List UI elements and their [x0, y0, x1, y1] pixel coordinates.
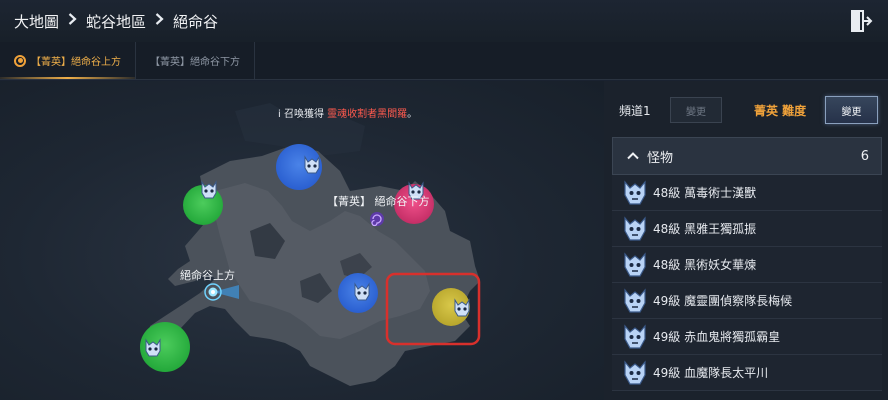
breadcrumb-current-area: 絕命谷 — [173, 12, 219, 31]
side-panel: 頻道1 變更 菁英 難度 變更 怪物 6 48級 萬毒術士漢獸 48級 黑雅王獨… — [604, 81, 888, 400]
chevron-up-icon — [627, 152, 639, 160]
difficulty-change-button[interactable]: 變更 — [825, 96, 878, 124]
portal-icon[interactable] — [370, 212, 384, 227]
monster-face-icon — [624, 359, 646, 385]
channel-change-button[interactable]: 變更 — [670, 97, 722, 123]
monster-face-icon — [624, 179, 646, 205]
channel-label: 頻道1 — [619, 104, 651, 118]
difficulty-label: 菁英 難度 — [754, 104, 807, 118]
monster-name: 49級 血魔隊長太平川 — [653, 366, 769, 380]
map-terrain: 【菁英】 絕命谷下方 絕命谷上方 — [140, 103, 481, 386]
channel-row: 頻道1 變更 菁英 難度 變更 — [604, 81, 888, 137]
monster-face-icon — [624, 251, 646, 277]
map-label-lower: 【菁英】 絕命谷下方 — [327, 194, 430, 208]
chevron-right-icon — [155, 13, 164, 29]
area-tabs: 【菁英】絕命谷上方 【菁英】絕命谷下方 — [0, 42, 888, 80]
monster-face-icon — [624, 323, 646, 349]
breadcrumb-region[interactable]: 蛇谷地區 — [86, 11, 146, 32]
monster-name: 49級 赤血鬼將獨孤霸皇 — [653, 330, 781, 344]
monsters-header-label: 怪物 — [647, 150, 674, 166]
monster-row[interactable]: 49級 赤血鬼將獨孤霸皇 — [612, 319, 882, 355]
monster-name: 49級 魔靈團偵察隊長梅候 — [653, 294, 793, 308]
notice-highlight: 靈魂收割者黑閻羅 — [327, 109, 408, 120]
notice-suffix: 。 — [407, 109, 418, 120]
monster-row[interactable]: 48級 黑雅王獨孤振 — [612, 211, 882, 247]
exit-icon[interactable] — [848, 8, 874, 34]
monster-list: 48級 萬毒術士漢獸 48級 黑雅王獨孤振 48級 黑術妖女華煉 49級 魔靈團… — [612, 175, 882, 391]
map-area[interactable]: 【菁英】 絕命谷下方 絕命谷上方 i 召喚獲得 靈魂收割者黑閻羅。 — [0, 81, 604, 400]
tab-upper-label: 【菁英】絕命谷上方 — [31, 57, 121, 68]
monster-face-icon — [624, 287, 646, 313]
summon-notice: i 召喚獲得 靈魂收割者黑閻羅。 — [278, 105, 417, 120]
monster-name: 48級 黑術妖女華煉 — [653, 258, 757, 272]
monster-row[interactable]: 49級 魔靈團偵察隊長梅候 — [612, 283, 882, 319]
monster-face-icon — [624, 215, 646, 241]
monsters-header[interactable]: 怪物 6 — [612, 137, 882, 175]
monster-row[interactable]: 49級 血魔隊長太平川 — [612, 355, 882, 391]
tab-lower-label: 【菁英】絕命谷下方 — [150, 57, 240, 68]
map-label-upper: 絕命谷上方 — [180, 268, 235, 282]
radio-selected-icon — [14, 54, 26, 67]
notice-prefix: i 召喚獲得 — [278, 109, 328, 120]
monster-name: 48級 黑雅王獨孤振 — [653, 222, 757, 236]
breadcrumb-world-map[interactable]: 大地圖 — [14, 11, 59, 32]
monster-row[interactable]: 48級 萬毒術士漢獸 — [612, 175, 882, 211]
monster-row[interactable]: 48級 黑術妖女華煉 — [612, 247, 882, 283]
tab-upper[interactable]: 【菁英】絕命谷上方 — [0, 42, 136, 79]
chevron-right-icon — [68, 13, 77, 29]
monsters-count: 6 — [860, 148, 869, 164]
tab-lower[interactable]: 【菁英】絕命谷下方 — [136, 42, 255, 79]
monster-name: 48級 萬毒術士漢獸 — [653, 186, 757, 200]
breadcrumb: 大地圖 蛇谷地區 絕命谷 — [0, 11, 218, 32]
top-bar: 大地圖 蛇谷地區 絕命谷 — [0, 0, 888, 42]
